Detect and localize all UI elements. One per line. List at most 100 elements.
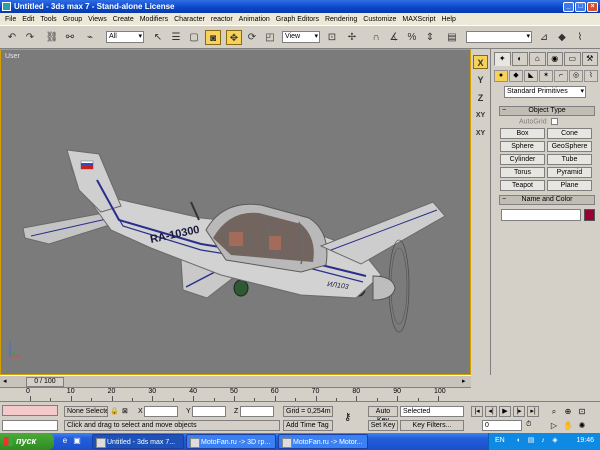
autogrid-checkbox[interactable] (550, 118, 558, 125)
app-icon[interactable] (2, 2, 11, 11)
motion-tab[interactable]: ◉ (546, 52, 563, 66)
object-name-input[interactable] (501, 209, 581, 221)
zoom-all-icon[interactable]: ⊕ (562, 406, 574, 417)
arc-rotate-icon[interactable]: ✺ (576, 420, 588, 431)
minimize-button[interactable]: _ (563, 1, 574, 12)
menu-help[interactable]: Help (438, 16, 458, 23)
menu-rendering[interactable]: Rendering (322, 16, 360, 23)
select-link-icon[interactable]: ⛓ (44, 30, 60, 45)
shapes-icon[interactable]: ◆ (509, 70, 523, 82)
teapot-button[interactable]: Teapot (500, 180, 545, 191)
track-bar[interactable]: 0 10 20 30 40 50 60 70 80 90 100 (0, 387, 471, 401)
name-and-color-rollout[interactable]: − Name and Color (499, 195, 595, 205)
align-icon[interactable]: ◆ (554, 30, 570, 45)
tube-button[interactable]: Tube (547, 154, 592, 165)
box-button[interactable]: Box (500, 128, 545, 139)
zoom-icon[interactable]: ⌕ (548, 406, 560, 417)
language-indicator[interactable]: EN (495, 437, 505, 444)
tray-app-icon[interactable]: ◐ (515, 437, 523, 445)
plane-button[interactable]: Plane (547, 180, 592, 191)
viewport-user[interactable]: User RA-10300 ИЛ103 (0, 49, 471, 375)
unlink-icon[interactable]: ⚯ (62, 30, 78, 45)
torus-button[interactable]: Torus (500, 167, 545, 178)
current-frame-input[interactable]: 0 (482, 420, 522, 431)
utilities-tab[interactable]: ⚒ (581, 52, 598, 66)
next-frame-icon[interactable]: |▸ (513, 406, 525, 417)
mirror-icon[interactable]: ⊿ (536, 30, 552, 45)
curve-editor-icon[interactable]: ⌇ (572, 30, 588, 45)
menu-modifiers[interactable]: Modifiers (137, 16, 171, 23)
maximize-button[interactable]: □ (575, 1, 586, 12)
cone-button[interactable]: Cone (547, 128, 592, 139)
geometry-icon[interactable]: ● (494, 70, 508, 82)
tray-network-icon[interactable]: ▤ (527, 437, 535, 445)
time-config-icon[interactable]: ⏱ (526, 421, 531, 429)
quicklaunch-desktop-icon[interactable]: ▣ (72, 436, 82, 446)
sphere-button[interactable]: Sphere (500, 141, 545, 152)
select-and-move-icon[interactable]: ✥ (226, 30, 242, 45)
modify-tab[interactable]: ◐ (511, 52, 528, 66)
pyramid-button[interactable]: Pyramid (547, 167, 592, 178)
snap-toggle-icon[interactable]: ∩ (368, 30, 384, 45)
spinner-snap-icon[interactable]: ⇕ (422, 30, 438, 45)
time-slider-thumb[interactable]: 0 / 100 (26, 377, 64, 387)
helpers-icon[interactable]: ⌐ (554, 70, 568, 82)
named-selection-sets-dropdown[interactable] (466, 31, 532, 43)
systems-icon[interactable]: ⌇ (584, 70, 598, 82)
zoom-extents-icon[interactable]: ⊡ (576, 406, 588, 417)
set-key-button[interactable]: Set Key (368, 420, 398, 431)
go-to-end-icon[interactable]: ▸| (527, 406, 539, 417)
menu-edit[interactable]: Edit (19, 16, 37, 23)
maxscript-listener-field[interactable] (2, 405, 58, 416)
menu-reactor[interactable]: reactor (208, 16, 236, 23)
menu-character[interactable]: Character (171, 16, 208, 23)
edit-named-selections-icon[interactable]: ▤ (444, 30, 460, 45)
object-color-swatch[interactable] (584, 209, 595, 221)
menu-animation[interactable]: Animation (236, 16, 273, 23)
axis-z-button[interactable]: Z (473, 91, 488, 105)
axis-xy-button[interactable]: XY (473, 109, 488, 123)
select-by-name-icon[interactable]: ☰ (168, 30, 184, 45)
z-coord-input[interactable] (240, 406, 274, 417)
menu-group[interactable]: Group (60, 16, 85, 23)
quicklaunch-ie-icon[interactable]: e (60, 436, 70, 446)
tray-security-icon[interactable]: ◈ (551, 437, 559, 445)
field-of-view-icon[interactable]: ▷ (548, 420, 560, 431)
menu-maxscript[interactable]: MAXScript (399, 16, 438, 23)
previous-frame-icon[interactable]: ◂| (485, 406, 497, 417)
create-tab[interactable]: ✦ (494, 52, 511, 66)
axis-y-button[interactable]: Y (473, 73, 488, 87)
menu-customize[interactable]: Customize (360, 16, 399, 23)
time-slider-prev-icon[interactable]: ◂ (3, 377, 7, 385)
lights-icon[interactable]: ◣ (524, 70, 538, 82)
start-button[interactable]: пуск (0, 433, 54, 450)
airplane-model[interactable]: RA-10300 ИЛ103 (1, 50, 471, 375)
select-and-rotate-icon[interactable]: ⟳ (244, 30, 260, 45)
menu-tools[interactable]: Tools (37, 16, 59, 23)
pan-icon[interactable]: ✋ (562, 420, 574, 431)
task-motofan-1[interactable]: MotoFan.ru -> 3D гр... (186, 434, 276, 449)
redo-icon[interactable]: ↷ (22, 30, 38, 45)
percent-snap-icon[interactable]: % (404, 30, 420, 45)
time-slider[interactable]: ◂ 0 / 100 ▸ (0, 375, 471, 387)
add-time-tag[interactable]: Add Time Tag (283, 420, 333, 431)
key-filters-button[interactable]: Key Filters... (400, 420, 464, 431)
title-bar[interactable]: Untitled - 3ds max 7 - Stand-alone Licen… (0, 0, 600, 13)
hierarchy-tab[interactable]: ⌂ (529, 52, 546, 66)
manipulate-icon[interactable]: ✢ (344, 30, 360, 45)
cameras-icon[interactable]: ✶ (539, 70, 553, 82)
y-coord-input[interactable] (192, 406, 226, 417)
play-icon[interactable]: ▶ (499, 406, 511, 417)
lock-selection-icon[interactable]: 🔒 (110, 407, 119, 415)
selection-filter-dropdown[interactable]: All (106, 31, 144, 43)
primitives-dropdown[interactable]: Standard Primitives (504, 86, 586, 98)
pivot-center-icon[interactable]: ⊡ (324, 30, 340, 45)
go-to-start-icon[interactable]: |◂ (471, 406, 483, 417)
key-icon[interactable]: ⚷ (344, 412, 351, 423)
x-coord-input[interactable] (144, 406, 178, 417)
window-crossing-icon[interactable]: ◙ (205, 30, 221, 45)
menu-views[interactable]: Views (85, 16, 110, 23)
rectangular-selection-icon[interactable]: ▢ (186, 30, 202, 45)
absolute-mode-icon[interactable]: ⊠ (122, 407, 128, 415)
bind-space-warp-icon[interactable]: ⌁ (82, 30, 98, 45)
